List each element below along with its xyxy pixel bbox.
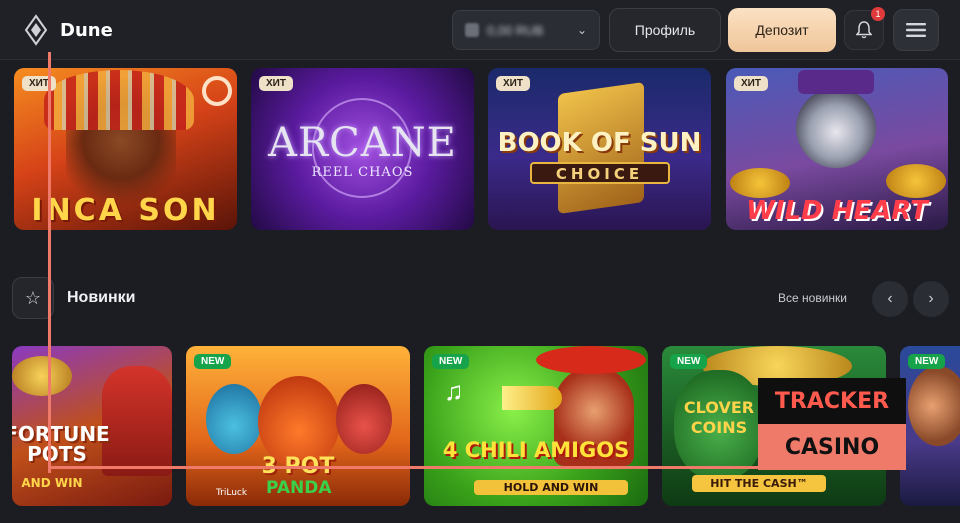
watermark-text-top: TRACKER <box>758 378 906 424</box>
diamond-logo-icon <box>24 14 48 46</box>
game-title: ARCANE <box>268 120 457 166</box>
watermark-text-bottom: CASINO <box>758 424 906 470</box>
section-title: Новинки <box>67 289 136 306</box>
watermark-line <box>48 52 51 473</box>
balance-value: 0,00 RUB <box>487 22 544 38</box>
pot-left-art <box>206 384 262 454</box>
game-card-partial[interactable]: NEW <box>900 346 960 506</box>
new-badge: NEW <box>908 354 946 369</box>
gold-pot-art <box>12 356 72 396</box>
game-card-fortune-pots[interactable]: FORTUNE POTS AND WIN <box>12 346 172 506</box>
profile-button[interactable]: Профиль <box>609 8 721 52</box>
gold-coins-art <box>886 164 946 198</box>
character-face-art <box>908 366 960 446</box>
chevron-left-icon: ‹ <box>887 290 893 307</box>
raccoon-art <box>796 88 876 168</box>
chevron-right-icon: › <box>928 290 934 307</box>
hit-badge: ХИТ <box>734 76 768 91</box>
prev-button[interactable]: ‹ <box>872 281 908 317</box>
game-card-3-pot-panda[interactable]: NEW 3 POT PANDA TriLuck <box>186 346 410 506</box>
game-title: BOOK OF SUN <box>497 128 702 158</box>
game-subtitle: CHOICE <box>555 165 644 183</box>
next-button[interactable]: › <box>913 281 949 317</box>
game-card-wild-heart[interactable]: ХИТ WILD HEART <box>726 68 948 230</box>
headdress-art <box>44 70 194 130</box>
game-subtitle: REEL CHAOS <box>311 165 414 180</box>
game-title: 4 CHILI AMIGOS <box>442 438 630 462</box>
menu-button[interactable] <box>893 9 939 51</box>
chevron-down-icon: ⌄ <box>576 23 587 37</box>
new-badge: NEW <box>432 354 470 369</box>
trumpet-art <box>502 386 562 410</box>
top-header: Dune 0,00 RUB ⌄ Профиль Депозит 1 <box>0 0 960 60</box>
hit-badge: ХИТ <box>259 76 293 91</box>
game-subtitle: HOLD AND WIN <box>474 480 628 495</box>
game-card-book-of-sun[interactable]: ХИТ BOOK OF SUN CHOICE <box>488 68 711 230</box>
notification-badge: 1 <box>871 7 885 21</box>
balance-selector[interactable]: 0,00 RUB ⌄ <box>452 10 600 50</box>
logo[interactable]: Dune <box>24 14 113 46</box>
pot-right-art <box>336 384 392 454</box>
new-badge: NEW <box>194 354 232 369</box>
hit-badge: ХИТ <box>496 76 530 91</box>
sombrero-art <box>536 346 646 374</box>
notifications-button[interactable]: 1 <box>844 7 885 50</box>
brand-name: Dune <box>60 19 113 41</box>
see-all-new-link[interactable]: Все новинки <box>778 291 847 305</box>
top-hat-art <box>798 70 874 94</box>
game-card-arcane[interactable]: ХИТ ARCANE REEL CHAOS <box>251 68 474 230</box>
tracker-casino-watermark: TRACKER CASINO <box>758 378 906 470</box>
hamburger-icon <box>906 23 926 37</box>
game-title: FORTUNE POTS <box>12 422 110 466</box>
currency-icon <box>465 23 479 37</box>
music-notes-icon: ♫ <box>444 376 464 406</box>
game-subtitle: HIT THE CASH™ <box>692 475 826 492</box>
game-title: CLOVER COINS <box>683 398 755 437</box>
deposit-button[interactable]: Депозит <box>728 8 836 52</box>
game-title: WILD HEART <box>746 196 928 226</box>
provider-logo: TriLuck <box>216 488 248 498</box>
bell-icon <box>856 21 872 39</box>
watermark-line <box>48 466 758 469</box>
game-card-4-chili-amigos[interactable]: ♫ NEW 4 CHILI AMIGOS HOLD AND WIN <box>424 346 648 506</box>
game-subtitle: PANDA <box>266 478 332 498</box>
game-subtitle: AND WIN <box>21 476 83 490</box>
target-icon <box>202 76 232 106</box>
god-of-wealth-art <box>102 366 172 476</box>
gold-coins-art <box>730 168 790 198</box>
new-badge: NEW <box>670 354 708 369</box>
